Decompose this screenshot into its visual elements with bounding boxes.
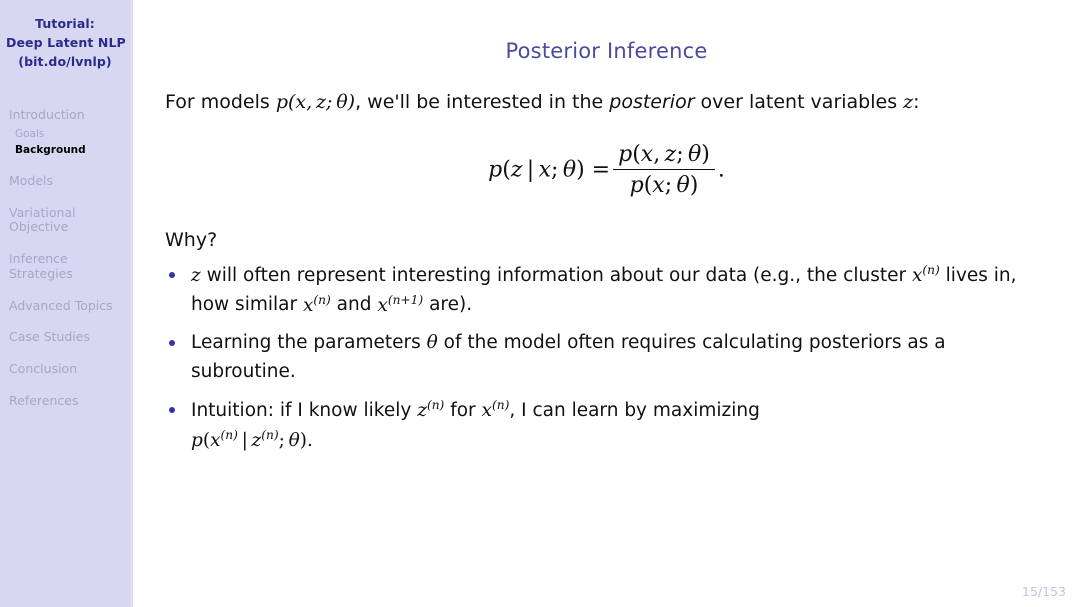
- sidebar-item-label: Goals: [15, 127, 45, 140]
- bullet1-text-a: will often represent interesting informa…: [200, 264, 912, 286]
- sidebar-item-label: Introduction: [9, 107, 85, 122]
- sidebar-item-label: References: [9, 392, 79, 408]
- why-label: Why?: [165, 228, 218, 251]
- sidebar-item-case-studies[interactable]: Case Studies: [9, 330, 126, 345]
- bullet-intuition: Intuition: if I know likely z(n) for x(n…: [169, 396, 1050, 456]
- bullet-latent-meaning: z will often represent interesting infor…: [169, 261, 1050, 321]
- page-title: Posterior Inference: [505, 39, 708, 63]
- bullet1-text-d: are).: [423, 294, 473, 316]
- sidebar-nav: Introduction Goals Background Models Var…: [0, 107, 130, 409]
- sidebar-item-background[interactable]: Background: [9, 144, 126, 157]
- intro-part-1: For models: [165, 91, 276, 113]
- equation-denominator: p(x; θ): [629, 172, 699, 198]
- bullet-list: z will often represent interesting infor…: [133, 261, 1080, 456]
- presentation-slide: Tutorial: Deep Latent NLP (bit.do/lvnlp)…: [0, 0, 1080, 607]
- bullet1-math-xn-b: x(n): [302, 292, 331, 316]
- bullet2-text-a: Learning the parameters: [191, 332, 427, 354]
- sidebar-item-label-line-2: Objective: [9, 219, 69, 235]
- sidebar-title-line-1: Tutorial:: [35, 16, 95, 31]
- equation-period: .: [717, 157, 725, 183]
- sidebar-item-references[interactable]: References: [9, 392, 126, 409]
- intro-sentence: For models p(x, z; θ), we'll be interest…: [133, 90, 1080, 116]
- sidebar-item-introduction[interactable]: Introduction: [9, 107, 126, 123]
- sidebar-item-conclusion[interactable]: Conclusion: [9, 361, 126, 377]
- equation-lhs: p(z | x; θ) =: [488, 157, 611, 183]
- sidebar-title-line-3: (bit.do/lvnlp): [18, 54, 112, 69]
- bullet1-math-z: z: [191, 264, 201, 286]
- bullet3-math-formula: p(x(n) | z(n); θ).: [191, 427, 313, 451]
- bullet3-math-zn: z(n): [417, 397, 445, 421]
- bullet3-text-c: , I can learn by maximizing: [509, 399, 760, 421]
- slide-content: Posterior Inference For models p(x, z; θ…: [133, 0, 1080, 607]
- bullet1-text-c: and: [330, 294, 378, 316]
- sidebar-item-label: Models: [9, 172, 54, 188]
- sidebar-item-variational-objective[interactable]: Variational Objective: [9, 204, 126, 236]
- bullet1-math-xn-a: x(n): [911, 262, 940, 286]
- posterior-equation: p(z | x; θ) = p(x, z; θ) p(x; θ) .: [133, 142, 1080, 198]
- sidebar-item-models[interactable]: Models: [9, 172, 126, 189]
- sidebar-item-label-line-1: Variational: [9, 204, 76, 220]
- bullet3-text-b: for: [444, 399, 482, 421]
- sidebar-item-goals[interactable]: Goals: [9, 128, 126, 141]
- sidebar-item-label: Advanced Topics: [9, 297, 113, 313]
- navigation-sidebar: Tutorial: Deep Latent NLP (bit.do/lvnlp)…: [0, 0, 133, 607]
- intro-math-z: z: [903, 91, 914, 113]
- bullet3-math-xn: x(n): [481, 397, 510, 421]
- sidebar-item-inference-strategies[interactable]: Inference Strategies: [9, 251, 126, 282]
- intro-part-2: , we'll be interested in the: [355, 91, 610, 113]
- bullet-learning-parameters: Learning the parameters θ of the model o…: [169, 329, 1050, 386]
- equation-numerator: p(x, z; θ): [613, 142, 715, 170]
- sidebar-item-advanced-topics[interactable]: Advanced Topics: [9, 297, 126, 314]
- page-number: 15/153: [1022, 584, 1066, 599]
- sidebar-item-label-line-1: Inference: [9, 251, 68, 267]
- sidebar-title: Tutorial: Deep Latent NLP (bit.do/lvnlp): [0, 0, 130, 71]
- sidebar-item-label-line-2: Strategies: [9, 265, 73, 281]
- sidebar-title-line-2: Deep Latent NLP: [6, 35, 126, 50]
- intro-math-joint: p(x, z; θ): [275, 91, 356, 113]
- intro-part-4: :: [913, 91, 920, 113]
- equation-fraction: p(x, z; θ) p(x; θ): [613, 142, 715, 198]
- intro-emphasis: posterior: [609, 91, 695, 113]
- sidebar-item-label: Conclusion: [9, 361, 78, 377]
- bullet1-math-xn1: x(n+1): [377, 292, 424, 316]
- sidebar-item-label: Case Studies: [9, 329, 90, 345]
- bullet3-text-a: Intuition: if I know likely: [191, 399, 418, 421]
- intro-part-3: over latent variables: [694, 91, 904, 113]
- bullet2-math-theta: θ: [426, 332, 438, 354]
- sidebar-item-label: Background: [15, 144, 86, 157]
